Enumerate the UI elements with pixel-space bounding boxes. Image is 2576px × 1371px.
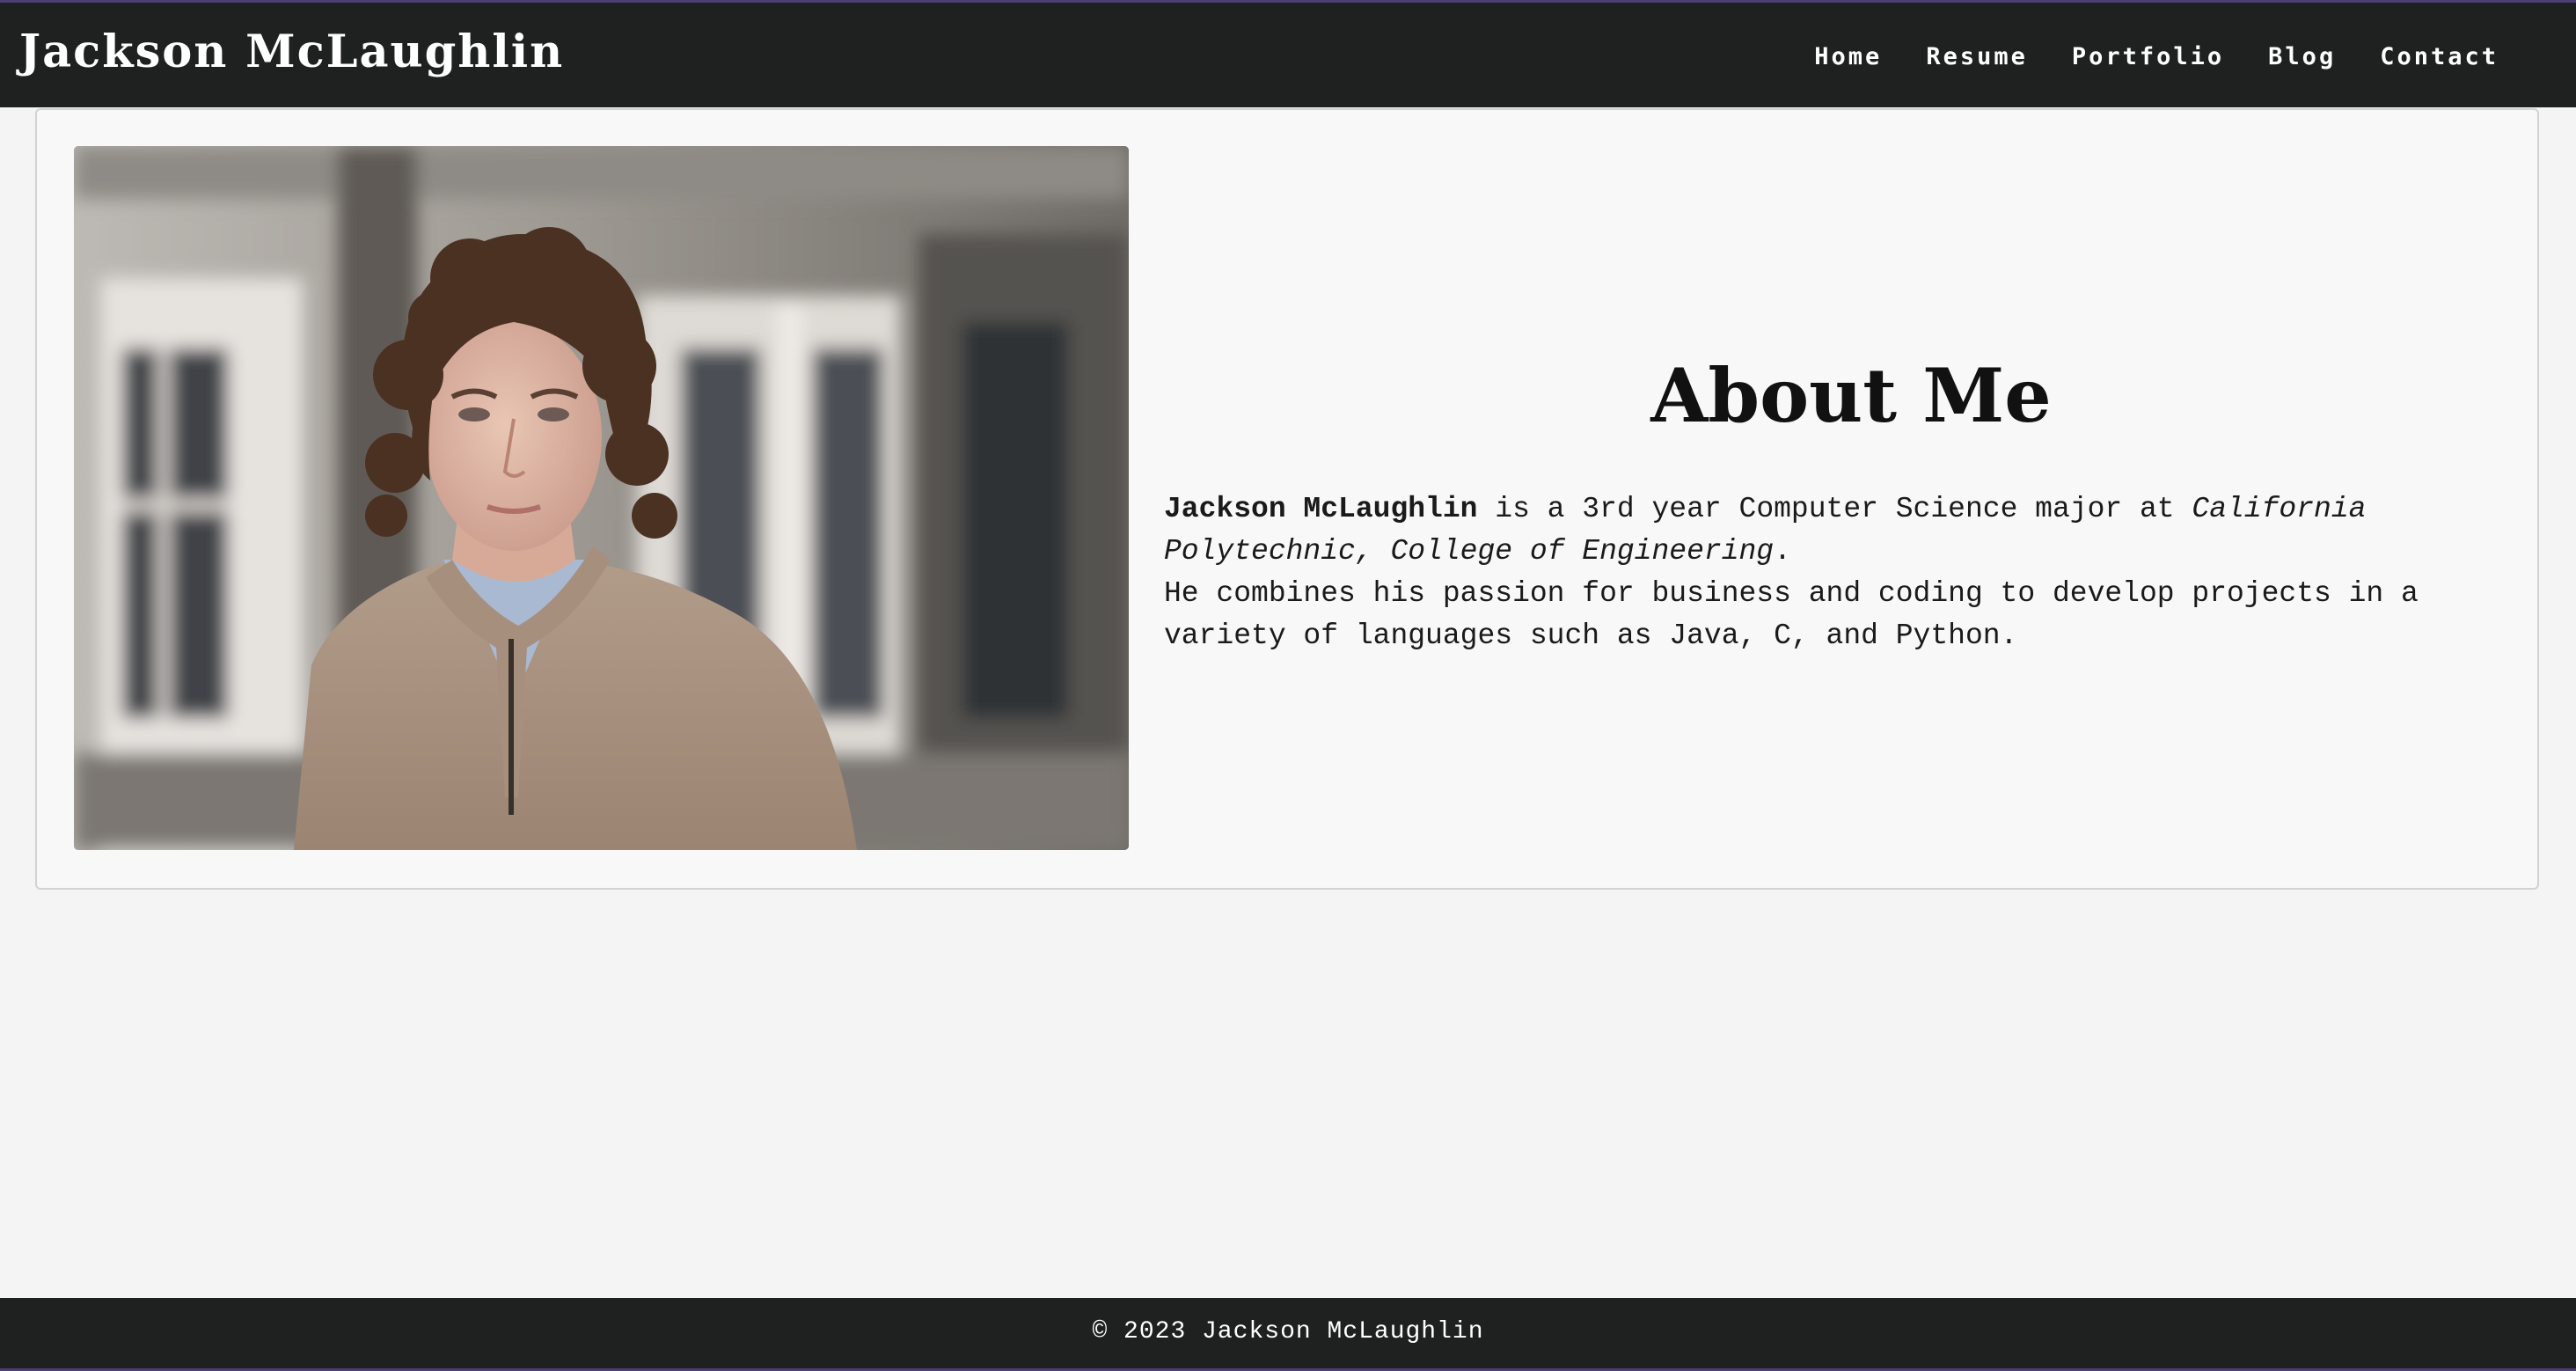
- about-heading: About Me: [1650, 352, 2052, 439]
- profile-photo: [74, 146, 1129, 850]
- about-card: About Me Jackson McLaughlin is a 3rd yea…: [35, 108, 2539, 890]
- about-second-line: He combines his passion for business and…: [1164, 577, 2419, 652]
- about-intro-end: .: [1774, 535, 1791, 568]
- portrait-photo-graphic: [74, 146, 1129, 850]
- site-title[interactable]: Jackson McLaughlin: [19, 26, 564, 78]
- nav-home-link[interactable]: Home: [1814, 41, 1882, 73]
- nav-contact-link[interactable]: Contact: [2380, 41, 2499, 73]
- site-header: Jackson McLaughlin Home Resume Portfolio…: [0, 0, 2576, 107]
- footer-copyright: © 2023 Jackson McLaughlin: [1092, 1317, 1484, 1345]
- about-intro-text: is a 3rd year Computer Science major at: [1477, 493, 2192, 525]
- about-paragraph: Jackson McLaughlin is a 3rd year Compute…: [1164, 488, 2457, 657]
- nav-blog-link[interactable]: Blog: [2268, 41, 2336, 73]
- main-nav: Home Resume Portfolio Blog Contact: [1814, 41, 2499, 73]
- nav-portfolio-link[interactable]: Portfolio: [2072, 41, 2224, 73]
- site-footer: © 2023 Jackson McLaughlin: [0, 1298, 2576, 1371]
- about-name: Jackson McLaughlin: [1164, 493, 1478, 525]
- nav-resume-link[interactable]: Resume: [1926, 41, 2028, 73]
